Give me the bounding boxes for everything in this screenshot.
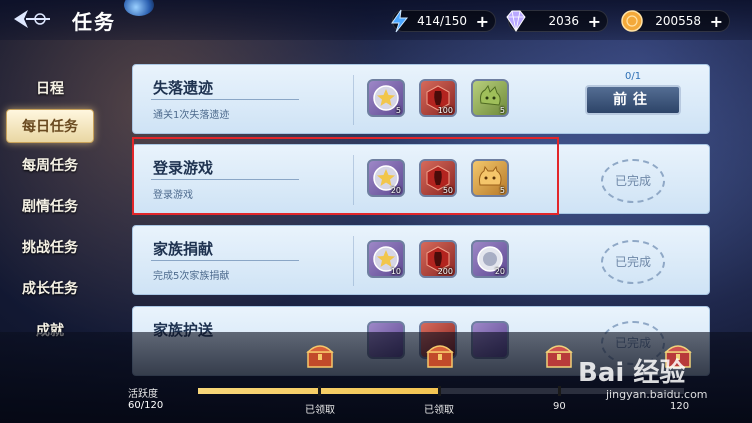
reward-item[interactable]: 200 <box>419 240 457 278</box>
nav-item-weekly-tasks[interactable]: 每周任务 <box>6 149 94 183</box>
reward-item[interactable]: 100 <box>419 79 457 117</box>
treasure-chest-icon[interactable] <box>304 340 336 372</box>
nav-item-story-tasks[interactable]: 剧情任务 <box>6 190 94 224</box>
task-title: 家族捐献 <box>153 240 214 258</box>
coin-resource: 200558 + <box>621 10 730 32</box>
add-diamond-button[interactable]: + <box>588 12 601 31</box>
watermark-url: jingyan.baidu.com <box>606 388 708 401</box>
title-underline <box>151 99 299 100</box>
add-energy-button[interactable]: + <box>476 12 489 31</box>
nav-item-growth-tasks[interactable]: 成长任务 <box>6 272 94 306</box>
reward-item[interactable]: 5 <box>471 79 509 117</box>
reward-count: 200 <box>437 267 453 276</box>
reward-item[interactable]: 20 <box>471 240 509 278</box>
reward-item[interactable]: 5 <box>367 79 405 117</box>
reward-count: 100 <box>437 106 453 115</box>
milestone-marker <box>558 386 561 396</box>
reward-count: 10 <box>390 267 401 276</box>
go-button[interactable]: 前往 <box>585 85 681 115</box>
watermark-logo: Bai 经验 <box>578 358 686 388</box>
back-arrow-icon[interactable] <box>10 6 54 32</box>
diamond-icon <box>506 10 526 32</box>
task-description: 完成5次家族捐献 <box>153 271 230 282</box>
top-bar: 任务 414/150 + 2036 + 200558 + <box>0 0 752 40</box>
activity-value: 60/120 <box>128 400 164 411</box>
coin-value: 200558 <box>655 14 701 28</box>
reward-count: 5 <box>395 106 401 115</box>
task-card: 失落遗迹 通关1次失落遗迹 5 100 5 0/1 前往 <box>132 64 710 134</box>
milestone-label: 已领取 <box>305 405 335 416</box>
reward-count: 20 <box>494 267 505 276</box>
title-underline <box>151 260 299 261</box>
task-title: 失落遗迹 <box>153 79 214 97</box>
task-card: 家族捐献 完成5次家族捐献 10 200 20 已完成 <box>132 225 710 295</box>
divider <box>353 236 354 286</box>
reward-count: 5 <box>499 106 505 115</box>
milestone-marker <box>318 386 321 396</box>
milestone-label: 已领取 <box>424 405 454 416</box>
milestone-label: 90 <box>553 401 566 412</box>
completed-stamp: 已完成 <box>601 240 665 284</box>
reward-item[interactable]: 10 <box>367 240 405 278</box>
diamond-resource: 2036 + <box>506 10 608 32</box>
nav-item-daily-tasks[interactable]: 每日任务 <box>6 109 94 143</box>
activity-label: 活跃度 <box>128 389 158 400</box>
highlight-box <box>132 137 559 215</box>
nav-item-challenge-tasks[interactable]: 挑战任务 <box>6 231 94 265</box>
task-progress: 0/1 <box>625 71 642 82</box>
add-coin-button[interactable]: + <box>710 12 723 31</box>
diamond-value: 2036 <box>548 14 579 28</box>
milestone-marker <box>438 386 441 396</box>
page-title: 任务 <box>72 10 116 34</box>
treasure-chest-icon[interactable] <box>424 340 456 372</box>
energy-resource: 414/150 + <box>391 9 496 33</box>
task-description: 通关1次失落遗迹 <box>153 110 230 121</box>
completed-stamp: 已完成 <box>601 159 665 203</box>
milestone-label: 120 <box>670 401 690 412</box>
coin-icon <box>621 10 643 32</box>
energy-value: 414/150 <box>417 14 467 28</box>
divider <box>353 75 354 125</box>
title-orb-icon <box>124 0 154 16</box>
lightning-icon <box>391 9 409 33</box>
nav-item-schedule[interactable]: 日程 <box>6 72 94 106</box>
treasure-chest-icon[interactable] <box>543 340 575 372</box>
